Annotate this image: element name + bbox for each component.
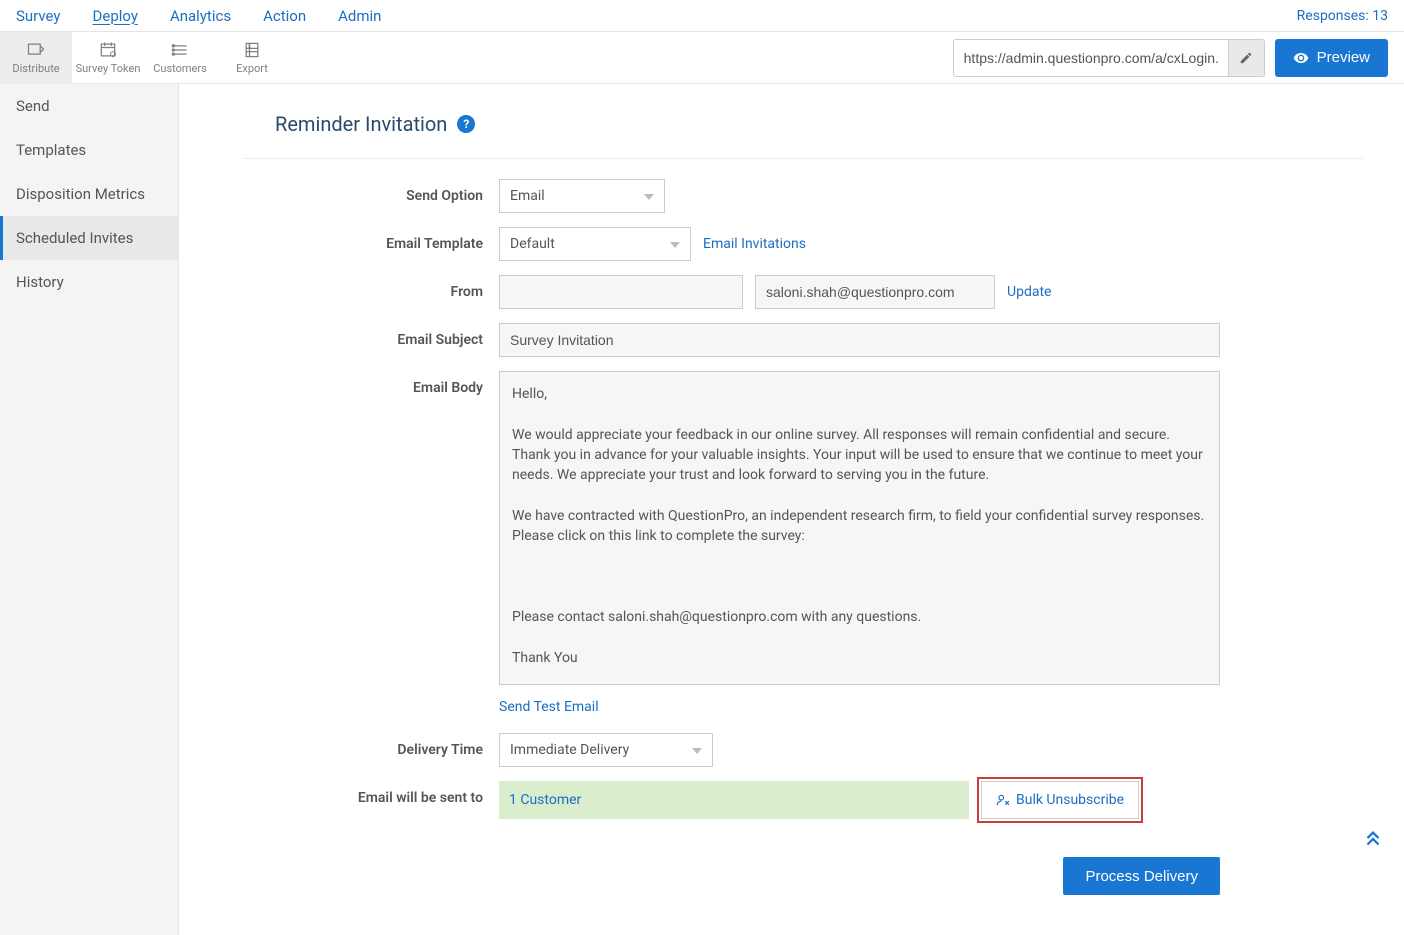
- url-box: [953, 39, 1265, 77]
- tab-action[interactable]: Action: [263, 7, 306, 25]
- responses-count[interactable]: Responses: 13: [1297, 8, 1388, 24]
- sidebar-item-templates[interactable]: Templates: [0, 128, 178, 172]
- url-input[interactable]: [954, 50, 1228, 66]
- textarea-body[interactable]: Hello, We would appreciate your feedback…: [499, 371, 1220, 685]
- label-subject: Email Subject: [239, 323, 499, 357]
- link-recipient-count[interactable]: 1 Customer: [509, 792, 581, 808]
- tab-analytics[interactable]: Analytics: [170, 7, 231, 25]
- tab-deploy[interactable]: Deploy: [93, 7, 138, 25]
- preview-label: Preview: [1317, 49, 1370, 66]
- tool-survey-token[interactable]: Survey Token: [72, 32, 144, 84]
- tool-distribute[interactable]: Distribute: [0, 32, 72, 84]
- tab-survey[interactable]: Survey: [16, 7, 61, 25]
- bulk-unsubscribe-button[interactable]: Bulk Unsubscribe: [981, 781, 1139, 819]
- customers-icon: [167, 40, 193, 60]
- label-send-option: Send Option: [239, 179, 499, 213]
- bulk-unsubscribe-label: Bulk Unsubscribe: [1016, 792, 1124, 808]
- tool-label: Export: [236, 62, 268, 75]
- sidebar-item-disposition[interactable]: Disposition Metrics: [0, 172, 178, 216]
- preview-button[interactable]: Preview: [1275, 39, 1388, 77]
- sidebar-item-history[interactable]: History: [0, 260, 178, 304]
- link-email-invitations[interactable]: Email Invitations: [703, 236, 806, 252]
- tool-label: Distribute: [12, 62, 59, 75]
- content: Reminder Invitation ? Send Option Email …: [179, 84, 1404, 935]
- label-recipients: Email will be sent to: [239, 781, 499, 815]
- link-update-from[interactable]: Update: [1007, 284, 1051, 300]
- input-subject[interactable]: [499, 323, 1220, 357]
- label-body: Email Body: [239, 371, 499, 405]
- scroll-top-button[interactable]: [1362, 828, 1384, 854]
- recipient-box: 1 Customer: [499, 781, 969, 819]
- select-delivery-time[interactable]: Immediate Delivery: [499, 733, 713, 767]
- sidebar-item-send[interactable]: Send: [0, 84, 178, 128]
- label-delivery-time: Delivery Time: [239, 733, 499, 767]
- label-from: From: [239, 275, 499, 309]
- input-from-email[interactable]: [755, 275, 995, 309]
- eye-icon: [1293, 50, 1309, 66]
- sidebar-item-scheduled[interactable]: Scheduled Invites: [0, 216, 178, 260]
- top-tabs: Survey Deploy Analytics Action Admin: [16, 7, 381, 25]
- export-icon: X: [239, 40, 265, 60]
- tool-export[interactable]: X Export: [216, 32, 288, 84]
- calendar-icon: [95, 40, 121, 60]
- edit-url-button[interactable]: [1228, 40, 1264, 76]
- form: Send Option Email Email Template Default…: [179, 159, 1404, 895]
- tool-customers[interactable]: Customers: [144, 32, 216, 84]
- select-send-option[interactable]: Email: [499, 179, 665, 213]
- select-email-template[interactable]: Default: [499, 227, 691, 261]
- tab-admin[interactable]: Admin: [338, 7, 381, 25]
- top-nav: Survey Deploy Analytics Action Admin Res…: [0, 0, 1404, 32]
- toolbar: Distribute Survey Token Customers X Expo…: [0, 32, 1404, 84]
- input-from-name[interactable]: [499, 275, 743, 309]
- tool-label: Customers: [153, 62, 207, 75]
- page-header: Reminder Invitation ?: [243, 84, 1364, 159]
- chevron-double-up-icon: [1362, 828, 1384, 850]
- pencil-icon: [1239, 51, 1253, 65]
- tool-label: Survey Token: [76, 62, 141, 75]
- label-email-template: Email Template: [239, 227, 499, 261]
- unsubscribe-icon: [996, 793, 1010, 807]
- svg-text:X: X: [248, 44, 251, 50]
- link-send-test[interactable]: Send Test Email: [499, 699, 599, 715]
- sidebar: Send Templates Disposition Metrics Sched…: [0, 84, 179, 935]
- help-icon[interactable]: ?: [457, 115, 475, 133]
- process-delivery-button[interactable]: Process Delivery: [1063, 857, 1220, 895]
- distribute-icon: [23, 40, 49, 60]
- page-title: Reminder Invitation: [275, 112, 447, 136]
